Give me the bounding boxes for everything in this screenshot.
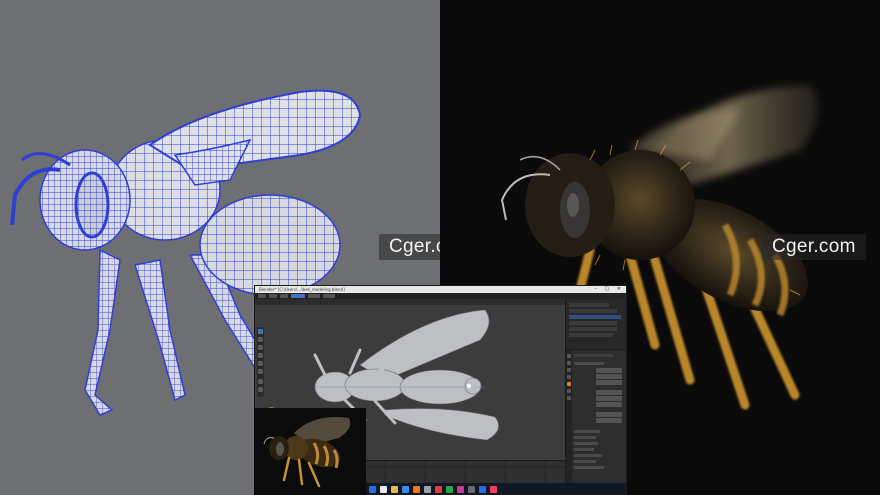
windows-start-icon[interactable] [369,486,376,493]
folder-icon[interactable] [391,486,398,493]
rotate-tool-icon[interactable] [258,353,263,358]
move-tool-icon[interactable] [258,345,263,350]
tool-props-icon[interactable] [567,354,571,358]
section-header[interactable] [574,442,598,445]
outliner-row[interactable] [569,321,617,325]
outliner-row[interactable] [569,333,613,337]
blender-icon[interactable] [413,486,420,493]
modifier-props-icon[interactable] [567,389,571,393]
cursor-tool-icon[interactable] [258,337,263,342]
outliner-row[interactable] [569,309,617,313]
workspace-tab[interactable] [323,294,335,298]
scale-x-field[interactable] [596,412,622,417]
section-header[interactable] [574,430,600,433]
section-header[interactable] [574,448,594,451]
properties-panel [565,349,626,483]
transform-tool-icon[interactable] [258,369,263,374]
object-props-icon[interactable] [567,382,571,386]
scale-tool-icon[interactable] [258,361,263,366]
outliner-row[interactable] [569,327,617,331]
render-props-icon[interactable] [567,361,571,365]
select-tool-icon[interactable] [258,329,263,334]
section-header[interactable] [574,454,602,457]
workspace-tab[interactable] [308,294,320,298]
watermark-left: Cger.com [379,234,440,260]
scene-props-icon[interactable] [567,375,571,379]
outliner-row-selected[interactable] [569,315,621,319]
app-icon[interactable] [457,486,464,493]
location-y-field[interactable] [596,374,622,379]
object-name-field[interactable] [574,354,614,357]
section-header[interactable] [574,436,596,439]
timeline-ruler [365,461,565,484]
app-icon[interactable] [424,486,431,493]
scale-y-field[interactable] [596,418,622,423]
window-controls[interactable]: – ▢ ✕ [594,286,624,293]
tool-shelf [257,327,264,397]
browser-icon[interactable] [402,486,409,493]
app-icon[interactable] [479,486,486,493]
workspace-tab-active[interactable] [291,294,305,298]
window-title-bar: Blender* [C:\Users\...\bee_modeling.blen… [255,286,626,293]
reference-bee-image [263,417,351,488]
location-x-field[interactable] [596,368,622,373]
properties-tabs [566,350,572,483]
rotation-z-field[interactable] [596,402,622,407]
app-icon[interactable] [446,486,453,493]
app-icon[interactable] [468,486,475,493]
rotation-x-field[interactable] [596,390,622,395]
section-header[interactable] [574,460,596,463]
window-title: Blender* [C:\Users\...\bee_modeling.blen… [259,287,345,292]
measure-tool-icon[interactable] [258,387,263,392]
menu-item[interactable] [269,294,277,298]
app-icon[interactable] [490,486,497,493]
outliner-row[interactable] [569,303,609,307]
rotation-y-field[interactable] [596,396,622,401]
outliner-panel [565,299,626,349]
annotate-tool-icon[interactable] [258,379,263,384]
location-z-field[interactable] [596,380,622,385]
app-icon[interactable] [435,486,442,493]
material-props-icon[interactable] [567,396,571,400]
menu-item[interactable] [280,294,288,298]
section-header[interactable] [574,466,604,469]
reference-photo [254,408,366,495]
search-icon[interactable] [380,486,387,493]
timeline-panel[interactable] [365,460,565,484]
watermark-right: Cger.com [762,234,866,260]
output-props-icon[interactable] [567,368,571,372]
section-header[interactable] [574,362,604,365]
menu-item[interactable] [258,294,266,298]
